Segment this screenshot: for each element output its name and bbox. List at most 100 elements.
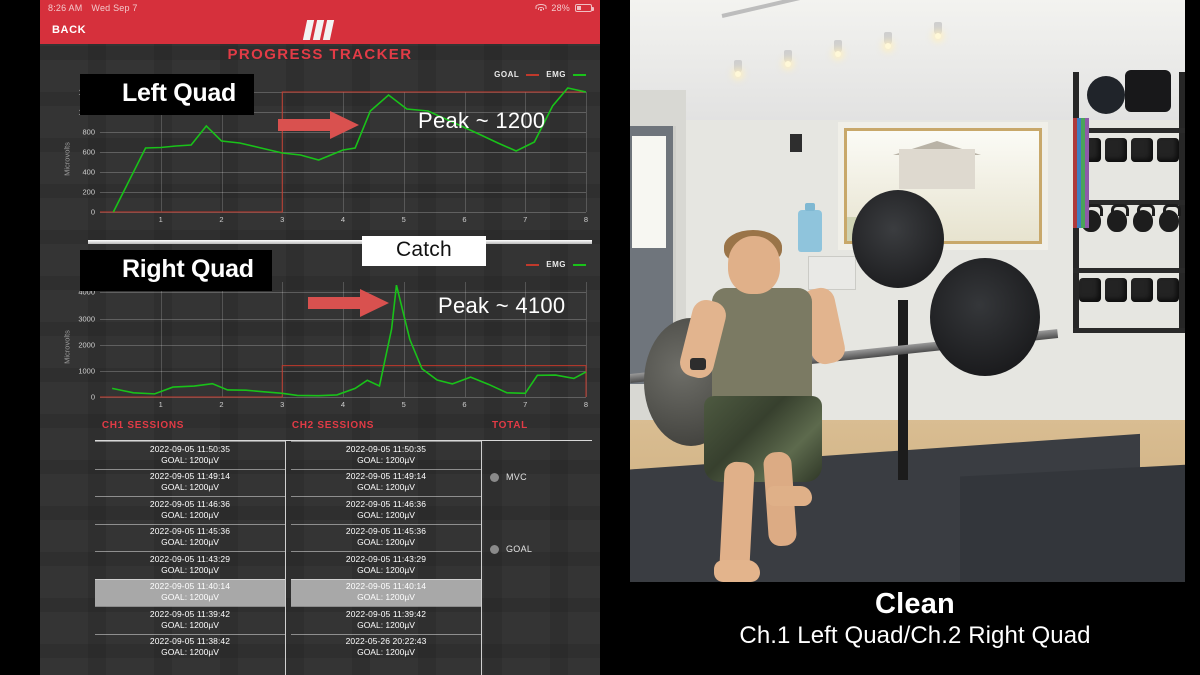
radio-label-mvc: MVC — [506, 472, 527, 482]
gym-scene-image — [630, 0, 1185, 588]
x-tick-label: 6 — [462, 400, 467, 409]
session-row[interactable]: 2022-09-05 11:39:42 GOAL: 1200µV — [291, 606, 481, 634]
session-row[interactable]: 2022-09-05 11:45:36 GOAL: 1200µV — [291, 523, 481, 552]
x-tick-label: 4 — [340, 400, 346, 409]
x-tick-label: 6 — [462, 215, 467, 224]
column-header-ch2: CH2 SESSIONS — [291, 420, 375, 431]
app-logo-icon — [302, 20, 337, 40]
session-row[interactable]: 2022-09-05 11:39:42 GOAL: 1200µV — [95, 606, 285, 634]
session-row[interactable]: 2022-09-05 11:45:36 GOAL: 1200µV — [95, 523, 285, 552]
y-axis-label-2: Microvolts — [62, 329, 72, 364]
row-divider — [95, 551, 285, 552]
session-row[interactable]: 2022-09-05 11:40:14 GOAL: 1200µV — [95, 578, 285, 606]
row-divider — [95, 606, 285, 607]
x-tick-label: 1 — [158, 400, 163, 409]
x-tick-label: 3 — [280, 400, 285, 409]
session-timestamp: 2022-09-05 11:50:35 — [149, 443, 231, 454]
x-tick-label: 7 — [523, 400, 528, 409]
session-goal: GOAL: 1200µV — [357, 647, 415, 657]
session-timestamp: 2022-09-05 11:46:36 — [345, 498, 427, 509]
athlete-rear-foot — [766, 486, 812, 506]
back-button[interactable]: BACK — [40, 24, 86, 36]
wall-speaker — [790, 134, 802, 152]
radio-goal[interactable]: GOAL — [490, 544, 532, 554]
status-date: Wed Sep 7 — [91, 3, 138, 13]
y-tick-label: 3000 — [78, 314, 95, 324]
tablet-app-panel: 8:26 AM Wed Sep 7 28% BACK PROGRESS TRAC… — [40, 0, 600, 675]
table-column-separator-2 — [481, 441, 482, 675]
water-jug — [798, 203, 822, 252]
radio-mvc[interactable]: MVC — [490, 472, 527, 482]
battery-icon — [575, 4, 594, 12]
column-header-total: TOTAL — [492, 420, 528, 431]
session-row[interactable]: 2022-09-05 11:50:35 GOAL: 1200µV — [95, 441, 285, 469]
radio-dot-goal-icon — [490, 544, 499, 554]
legend-swatch-emg-2 — [573, 263, 586, 266]
row-divider — [95, 578, 285, 580]
session-timestamp: 2022-09-05 11:50:35 — [345, 443, 427, 454]
legend-swatch-emg — [573, 73, 586, 76]
squat-rack-post — [898, 300, 908, 480]
session-timestamp: 2022-09-05 11:40:14 — [345, 581, 427, 591]
annotation-left-quad: Left Quad — [80, 74, 254, 115]
athlete-front-leg — [719, 461, 755, 575]
status-time: 8:26 AM — [48, 3, 83, 13]
legend-label-emg-2: EMG — [546, 260, 566, 269]
session-goal: GOAL: 1200µV — [161, 509, 219, 520]
row-divider — [95, 468, 285, 470]
session-row[interactable]: 2022-09-05 11:49:14 GOAL: 1200µV — [95, 468, 285, 497]
chart-legend-1: GOAL EMG — [494, 70, 586, 79]
x-tick-label: 8 — [583, 400, 589, 409]
session-timestamp: 2022-09-05 11:40:14 — [149, 581, 231, 591]
session-row[interactable]: 2022-09-05 11:43:29 GOAL: 1200µV — [95, 551, 285, 579]
ch2-sessions-column[interactable]: 2022-09-05 11:50:35 GOAL: 1200µV 2022-09-0… — [291, 441, 481, 675]
row-divider — [291, 633, 481, 635]
ch1-sessions-column[interactable]: 2022-09-05 11:50:35 GOAL: 1200µV 2022-09-0… — [95, 441, 285, 675]
x-tick-label: 7 — [523, 215, 528, 224]
row-divider — [291, 578, 481, 580]
session-row[interactable]: 2022-09-05 11:40:14 GOAL: 1200µV — [291, 578, 481, 606]
session-row[interactable]: 2022-05-26 20:22:43 GOAL: 1200µV — [291, 633, 481, 662]
x-tick-label: 4 — [340, 215, 346, 224]
red-arrow-right-icon-2 — [308, 289, 389, 317]
x-tick-label: 2 — [219, 215, 224, 224]
legend-swatch-goal — [526, 73, 540, 76]
weight-plate-stack — [852, 190, 944, 288]
session-row[interactable]: 2022-09-05 11:49:14 GOAL: 1200µV — [291, 468, 481, 497]
app-nav-bar: BACK — [40, 16, 600, 44]
session-row[interactable]: 2022-09-05 11:46:36 GOAL: 1200µV — [291, 496, 481, 524]
session-goal: GOAL: 1200µV — [357, 592, 415, 602]
session-goal: GOAL: 1200µV — [161, 619, 219, 630]
row-divider — [291, 523, 481, 525]
session-row[interactable]: 2022-09-05 11:50:35 GOAL: 1200µV — [291, 441, 481, 469]
video-caption: Clean Ch.1 Left Quad/Ch.2 Right Quad — [630, 582, 1200, 675]
session-timestamp: 2022-09-05 11:45:36 — [345, 526, 427, 536]
y-tick-label: 600 — [82, 147, 95, 157]
legend-label-goal: GOAL — [494, 70, 520, 79]
screenshot-root: 8:26 AM Wed Sep 7 28% BACK PROGRESS TRAC… — [0, 0, 1200, 675]
session-goal: GOAL: 1200µV — [161, 482, 219, 492]
session-timestamp: 2022-09-05 11:46:36 — [149, 498, 231, 509]
session-timestamp: 2022-09-05 11:49:14 — [149, 471, 231, 481]
ios-status-bar: 8:26 AM Wed Sep 7 28% — [40, 0, 600, 16]
red-arrow-right-icon — [278, 111, 359, 139]
session-row[interactable]: 2022-09-05 11:43:29 GOAL: 1200µV — [291, 551, 481, 579]
session-timestamp: 2022-05-26 20:22:43 — [345, 636, 427, 646]
session-timestamp: 2022-09-05 11:43:29 — [149, 553, 231, 564]
row-divider — [291, 441, 481, 442]
session-row[interactable]: 2022-09-05 11:38:42 GOAL: 1200µV — [95, 633, 285, 662]
session-timestamp: 2022-09-05 11:49:14 — [345, 471, 427, 481]
x-tick-label: 5 — [401, 400, 406, 409]
y-tick-label: 0 — [90, 392, 95, 402]
legend-swatch-goal-2 — [526, 263, 540, 266]
session-row[interactable]: 2022-09-05 11:46:36 GOAL: 1200µV — [95, 496, 285, 524]
y-tick-label: 200 — [82, 187, 95, 197]
gridline-v — [586, 92, 587, 212]
annotation-right-quad: Right Quad — [80, 250, 272, 291]
y-tick-label: 400 — [82, 167, 95, 177]
rubber-mat-2 — [960, 463, 1185, 588]
session-timestamp: 2022-09-05 11:43:29 — [345, 553, 427, 564]
row-divider — [95, 496, 285, 497]
wrist-watch — [690, 358, 706, 370]
session-timestamp: 2022-09-05 11:39:42 — [149, 608, 231, 619]
